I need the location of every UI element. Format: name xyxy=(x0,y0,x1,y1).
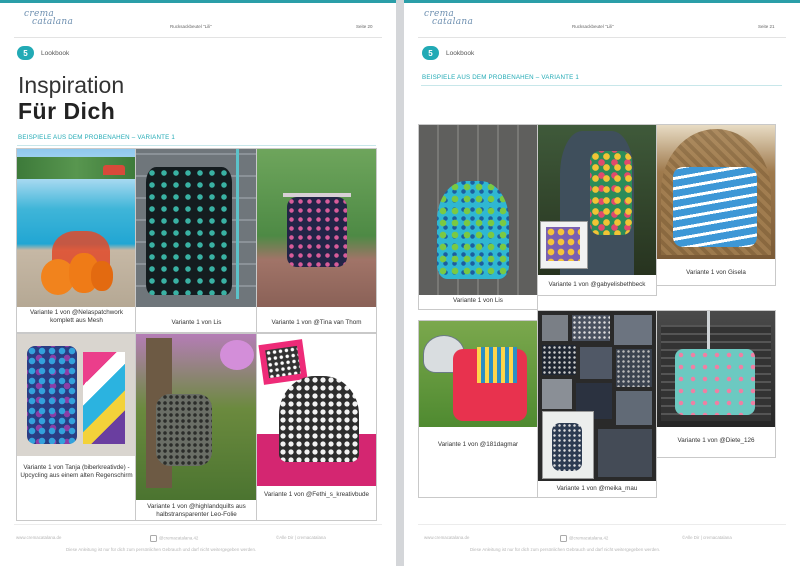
footer-notice: Diese Anleitung ist nur für dich zum per… xyxy=(470,547,661,552)
caption-6: Variante 1 von @Fethi_s_kreativbude xyxy=(264,491,369,498)
top-accent-bar xyxy=(0,0,396,3)
gallery-card-9: Variante 1 von Gisela xyxy=(656,124,776,286)
gallery-card-11: Variante 1 von @meika_mau xyxy=(537,310,657,498)
gallery-card-3: Variante 1 von @Tina van Thom xyxy=(256,148,377,333)
heading-inspiration: Inspiration xyxy=(18,72,125,98)
photo-leopard-foil-bag xyxy=(136,334,257,500)
gallery-subtitle: BEISPIELE AUS DEM PROBENAHEN – VARIANTE … xyxy=(18,134,175,141)
caption-11: Variante 1 von @meika_mau xyxy=(556,485,638,492)
header-divider xyxy=(14,37,382,38)
instagram-handle: @cremacatalana.42 xyxy=(159,535,199,541)
brand-logo: crema catalana xyxy=(24,10,74,27)
instagram-handle: @cremacatalana.42 xyxy=(569,535,609,541)
header-page-number: Seite 21 xyxy=(758,24,775,29)
caption-10: Variante 1 von @181dagmar xyxy=(437,441,519,448)
section-marker: 5 Lookbook xyxy=(17,46,69,60)
footer-copyright: ©Alle Dir | cremacatalana xyxy=(276,535,326,540)
caption-1: Variante 1 von @Nelaspatchwork komplett … xyxy=(29,309,124,324)
instagram-icon xyxy=(560,535,567,542)
photo-mesh-bag-pool xyxy=(17,149,136,307)
top-accent-bar xyxy=(404,0,800,3)
caption-7: Variante 1 von Lis xyxy=(453,297,503,304)
footer-notice: Diese Anleitung ist nur für dich zum per… xyxy=(66,547,257,552)
photo-floral-backpack-worn xyxy=(538,125,656,275)
footer-divider xyxy=(14,524,382,525)
section-label: Lookbook xyxy=(41,49,70,57)
gallery-card-5: Variante 1 von @highlandquilts aus halbs… xyxy=(135,333,258,521)
section-label: Lookbook xyxy=(446,49,475,57)
section-number-badge: 5 xyxy=(422,46,439,60)
brand-logo: crema catalana xyxy=(424,10,474,27)
footer-instagram[interactable]: @cremacatalana.42 xyxy=(560,535,608,542)
gallery-card-8: Variante 1 von @gabyelisbethbeck xyxy=(537,124,657,296)
gallery-card-12: Variante 1 von @Diete_126 xyxy=(656,310,776,458)
photo-floral-bag-garden xyxy=(257,149,376,307)
caption-12: Variante 1 von @Diete_126 xyxy=(677,437,755,444)
photo-umbrella-upcycling xyxy=(17,334,136,456)
header-doc-title: Rucksackbeutel "Lili" xyxy=(170,24,212,29)
photo-wave-bag-basket xyxy=(657,125,775,259)
photo-turtle-bag-wall xyxy=(419,125,537,295)
photo-helmet-bag-grass xyxy=(419,321,537,427)
subtitle-underline xyxy=(17,145,376,146)
gallery-card-10: Variante 1 von @181dagmar xyxy=(418,320,538,498)
section-number-badge: 5 xyxy=(17,46,34,60)
section-marker: 5 Lookbook xyxy=(422,46,474,60)
header-page-number: Seite 20 xyxy=(356,24,373,29)
caption-3: Variante 1 von @Tina van Thom xyxy=(271,319,362,326)
footer-divider xyxy=(418,524,786,525)
caption-2: Variante 1 von Lis xyxy=(171,319,222,326)
heading-fuer-dich: Für Dich xyxy=(18,98,116,124)
caption-8: Variante 1 von @gabyelisbethbeck xyxy=(548,281,646,288)
photo-collage-process xyxy=(538,311,656,481)
right-page: crema catalana Rucksackbeutel "Lili" Sei… xyxy=(404,0,800,566)
logo-line-2: catalana xyxy=(32,17,74,27)
footer-url[interactable]: www.cremacatalana.de xyxy=(424,535,469,540)
footer-url[interactable]: www.cremacatalana.de xyxy=(16,535,61,540)
gallery-card-2: Variante 1 von Lis xyxy=(135,148,258,333)
gallery-card-4: Variante 1 von Tanja (biberkreativde) - … xyxy=(16,333,137,521)
logo-line-2: catalana xyxy=(432,17,474,27)
footer-instagram[interactable]: @cremacatalana.42 xyxy=(150,535,198,542)
gallery-card-7: Variante 1 von Lis xyxy=(418,124,538,310)
header-divider xyxy=(418,37,786,38)
page-gutter xyxy=(396,0,404,566)
footer-copyright: ©Alle Dir | cremacatalana xyxy=(682,535,732,540)
header-doc-title: Rucksackbeutel "Lili" xyxy=(572,24,614,29)
photo-polka-dot-bag xyxy=(257,334,376,486)
caption-9: Variante 1 von Gisela xyxy=(686,269,746,276)
photo-black-teal-bag xyxy=(136,149,257,307)
gallery-card-6: Variante 1 von @Fethi_s_kreativbude xyxy=(256,333,377,521)
caption-4: Variante 1 von Tanja (biberkreativde) - … xyxy=(20,464,133,479)
gallery-subtitle: BEISPIELE AUS DEM PROBENAHEN – VARIANTE … xyxy=(422,74,579,81)
subtitle-underline xyxy=(421,85,782,86)
instagram-icon xyxy=(150,535,157,542)
left-page: crema catalana Rucksackbeutel "Lili" Sei… xyxy=(0,0,396,566)
gallery-card-1: Variante 1 von @Nelaspatchwork komplett … xyxy=(16,148,137,333)
caption-5: Variante 1 von @highlandquilts aus halbs… xyxy=(147,503,246,518)
photo-flamingo-bag-chair xyxy=(657,311,775,427)
